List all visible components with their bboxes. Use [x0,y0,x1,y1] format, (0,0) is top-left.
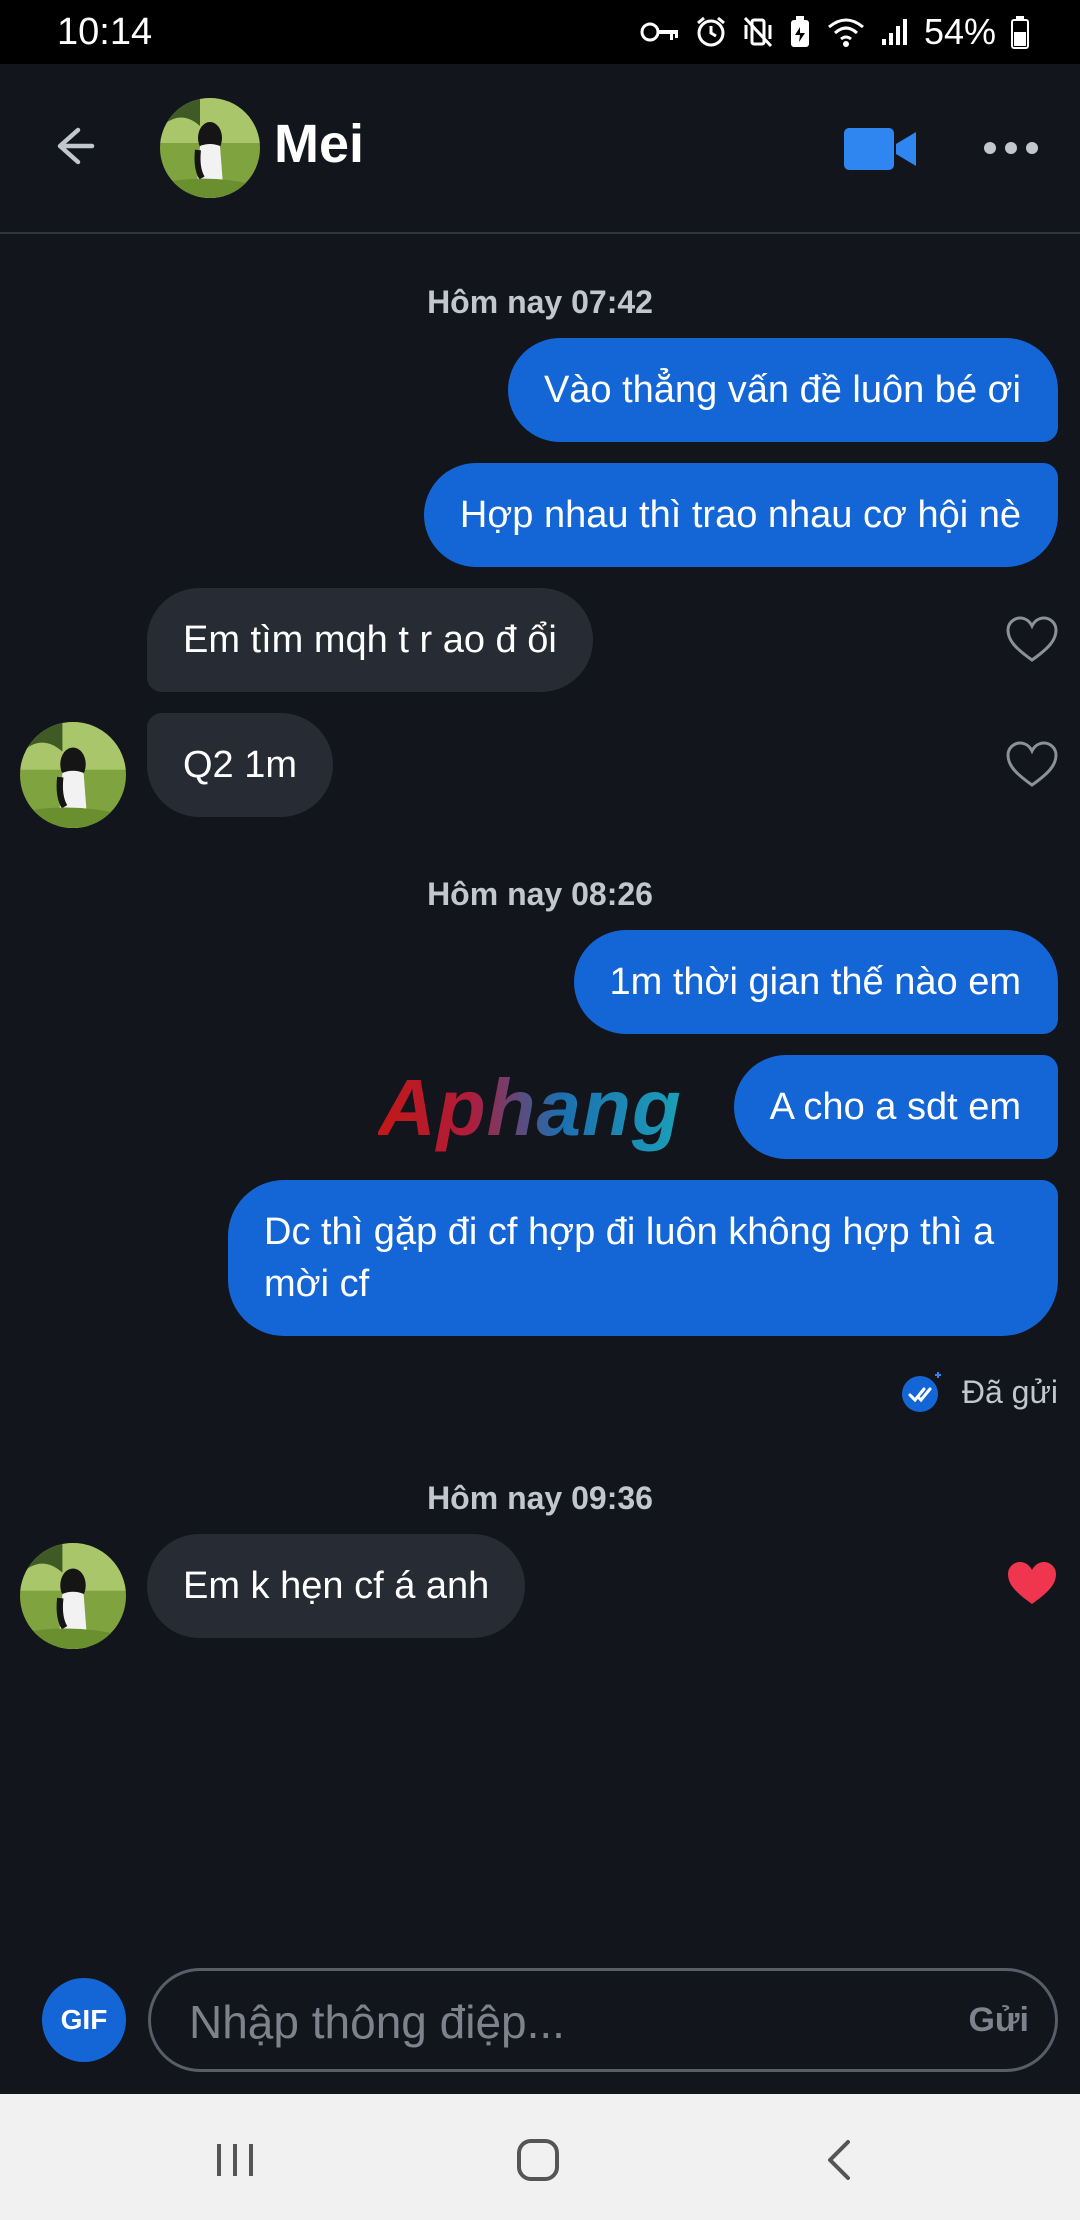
battery-icon [1011,16,1029,49]
contact-avatar-small[interactable] [20,722,126,828]
sent-status: Đã gửi [900,1370,1058,1414]
contact-avatar[interactable] [160,98,260,198]
outgoing-message[interactable]: Dc thì gặp đi cf hợp đi luôn không hợp t… [228,1180,1058,1336]
home-icon[interactable] [514,2136,562,2184]
outgoing-message[interactable]: Vào thẳng vấn đề luôn bé ơi [507,338,1058,442]
contact-name[interactable]: Mei [274,112,364,176]
gif-button[interactable]: GIF [42,1978,126,2062]
outgoing-message[interactable]: A cho a sdt em [733,1055,1058,1159]
recent-apps-icon[interactable] [211,2136,259,2184]
incoming-message[interactable]: Q2 1m [147,713,334,817]
sent-status-label: Đã gửi [961,1373,1058,1410]
chat-header: Mei [0,64,1080,234]
contact-avatar-small[interactable] [20,1543,126,1649]
key-icon [640,22,678,42]
outgoing-message[interactable]: 1m thời gian thế nào em [573,930,1058,1034]
battery-percent: 54% [923,11,996,52]
back-nav-icon[interactable] [816,2136,864,2184]
watermark-logo: Aphang [378,1060,682,1156]
signal-icon [881,19,907,45]
vibrate-mute-icon [743,16,773,48]
wifi-icon [827,18,864,47]
message-composer: Gửi [148,1968,1058,2072]
status-icons: 54% [640,12,1030,52]
outgoing-message[interactable]: Hợp nhau thì trao nhau cơ hội nè [423,463,1058,567]
heart-filled-icon[interactable] [1005,1560,1059,1608]
send-button[interactable]: Gửi [968,2001,1029,2040]
double-check-icon [901,1372,941,1412]
timestamp: Hôm nay 08:26 [427,876,653,912]
battery-saver-icon [790,16,809,47]
incoming-message[interactable]: Em k hẹn cf á anh [147,1534,526,1638]
more-dots-icon[interactable] [982,134,1040,162]
heart-outline-icon[interactable] [1005,741,1059,789]
message-input[interactable] [187,1989,891,2055]
timestamp: Hôm nay 09:36 [427,1480,653,1516]
timestamp: Hôm nay 07:42 [427,284,653,320]
alarm-icon [696,16,725,47]
status-bar: 10:14 54% [0,0,1080,64]
video-camera-icon[interactable] [844,126,918,172]
incoming-message[interactable]: Em tìm mqh t r ao đ ổi [147,588,593,692]
system-nav-bar [0,2094,1080,2220]
back-arrow-icon[interactable] [48,120,100,172]
heart-outline-icon[interactable] [1005,616,1059,664]
status-time: 10:14 [57,11,153,53]
